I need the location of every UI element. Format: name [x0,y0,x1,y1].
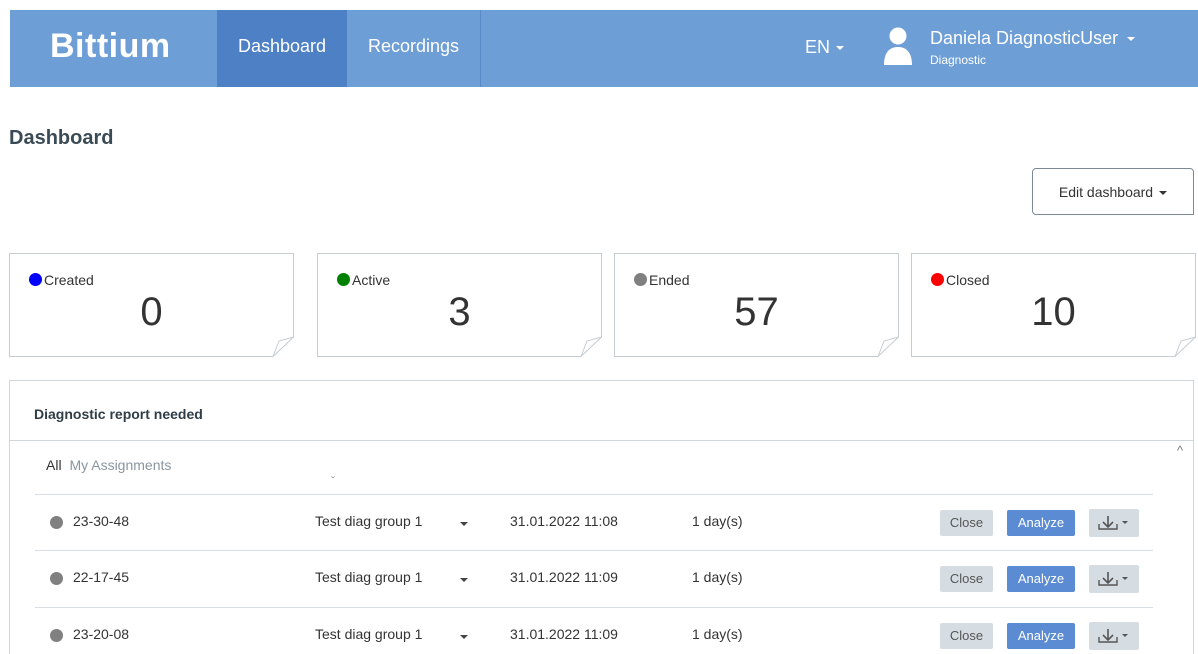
nav-recordings[interactable]: Recordings [347,10,480,87]
edit-dashboard-label: Edit dashboard [1058,184,1154,200]
user-menu[interactable]: Daniela DiagnosticUser [930,28,1136,49]
close-button[interactable]: Close [940,566,993,592]
table-row[interactable]: 22-17-45 Test diag group 1 31.01.2022 11… [35,550,1153,606]
filter-my-assignments-tab[interactable]: My Assignments [69,457,171,473]
analyze-button[interactable]: Analyze [1007,566,1075,592]
status-dot-gray [634,273,647,286]
download-button[interactable] [1089,622,1139,650]
download-icon [1098,572,1118,586]
analyze-button[interactable]: Analyze [1007,510,1075,536]
scroll-up-icon[interactable]: ^ [1177,443,1183,458]
brand-logo[interactable]: Bittium [50,27,171,66]
top-navbar: Bittium Dashboard Recordings EN Daniela … [10,10,1198,87]
status-card-active[interactable]: Active 3 [317,253,602,357]
group-select[interactable]: Test diag group 1 [315,569,422,585]
row-duration: 1 day(s) [692,513,743,529]
language-label: EN [805,37,831,57]
clipped-header-text: ˇ [331,474,335,488]
card-count: 10 [1031,290,1076,334]
row-date: 31.01.2022 11:09 [510,569,618,585]
status-dot-green [337,273,350,286]
status-dot-blue [29,273,42,286]
card-count: 57 [734,290,779,334]
status-dot-red [931,273,944,286]
status-dot-gray [50,572,63,585]
user-name: Daniela DiagnosticUser [930,28,1119,48]
recording-id: 22-17-45 [73,569,130,585]
chevron-down-icon [1122,577,1128,580]
download-button[interactable] [1089,565,1139,593]
table-row[interactable]: 23-20-08 Test diag group 1 31.01.2022 11… [35,607,1153,654]
close-button[interactable]: Close [940,623,993,649]
language-selector[interactable]: EN [805,10,845,87]
chevron-down-icon [836,46,845,51]
card-label: Closed [946,272,990,288]
close-button[interactable]: Close [940,510,993,536]
recording-id: 23-30-48 [73,513,130,529]
panel-title: Diagnostic report needed [34,406,203,422]
row-duration: 1 day(s) [692,569,743,585]
user-avatar-icon[interactable] [883,27,913,65]
chevron-down-icon[interactable] [460,635,468,639]
chevron-down-icon [1122,521,1128,524]
status-card-closed[interactable]: Closed 10 [911,253,1196,357]
filter-all-tab[interactable]: All [46,457,62,473]
status-card-ended[interactable]: Ended 57 [614,253,899,357]
download-icon [1098,516,1118,530]
chevron-down-icon [1159,191,1168,196]
user-role: Diagnostic [930,53,987,67]
card-label: Ended [649,272,690,288]
edit-dashboard-button[interactable]: Edit dashboard [1032,168,1194,215]
download-button[interactable] [1089,509,1139,537]
row-date: 31.01.2022 11:09 [510,626,618,642]
status-card-created[interactable]: Created 0 [9,253,294,357]
group-select[interactable]: Test diag group 1 [315,626,422,642]
nav-dashboard[interactable]: Dashboard [217,10,347,87]
assignment-filter: All My Assignments [46,457,171,473]
row-duration: 1 day(s) [692,626,743,642]
row-date: 31.01.2022 11:08 [510,513,618,529]
page-title: Dashboard [9,127,114,149]
card-label: Created [44,272,94,288]
status-dot-gray [50,516,63,529]
card-label: Active [352,272,391,288]
chevron-down-icon [1127,37,1136,42]
status-dot-gray [50,629,63,642]
chevron-down-icon [1122,634,1128,637]
diagnostic-report-panel: Diagnostic report needed ^ All My Assign… [9,380,1194,654]
download-icon [1098,629,1118,643]
recording-id: 23-20-08 [73,626,130,642]
nav-divider [480,10,481,87]
table-row[interactable]: 23-30-48 Test diag group 1 31.01.2022 11… [35,494,1153,550]
card-count: 3 [448,290,471,334]
panel-header: Diagnostic report needed [10,381,1193,441]
analyze-button[interactable]: Analyze [1007,623,1075,649]
chevron-down-icon[interactable] [460,522,468,526]
group-select[interactable]: Test diag group 1 [315,513,422,529]
chevron-down-icon[interactable] [460,578,468,582]
card-count: 0 [140,290,163,334]
